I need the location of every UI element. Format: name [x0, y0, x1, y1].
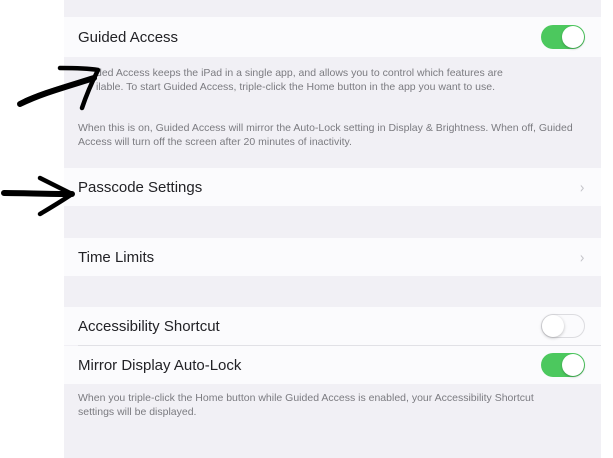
accessibility-shortcut-label: Accessibility Shortcut: [78, 317, 220, 335]
shortcut-note: When you triple-click the Home button wh…: [78, 392, 534, 418]
guided-access-toggle[interactable]: [541, 25, 585, 49]
toggle-knob: [562, 354, 584, 376]
guided-access-row: Guided Access: [64, 17, 601, 57]
guided-access-label: Guided Access: [78, 28, 179, 46]
passcode-settings-label: Passcode Settings: [78, 178, 203, 196]
time-limits-row[interactable]: Time Limits ›: [64, 238, 601, 276]
chevron-right-icon: ›: [579, 247, 585, 267]
guided-access-description: ded Access keeps the iPad in a single ap…: [96, 66, 586, 94]
chevron-right-icon: ›: [579, 177, 585, 197]
time-limits-label: Time Limits: [78, 248, 155, 266]
page: Guided Access ded Access keeps the iPad …: [0, 0, 613, 458]
mirror-display-auto-lock-label: Mirror Display Auto-Lock: [78, 356, 242, 374]
guided-access-description-line2: ilable. To start Guided Access, triple-c…: [96, 81, 496, 93]
toggle-knob: [562, 26, 584, 48]
guided-access-description-line1: ded Access keeps the iPad in a single ap…: [96, 67, 503, 79]
auto-lock-note: When this is on, Guided Access will mirr…: [78, 122, 573, 148]
annotation-arrow-passcode: [1, 175, 75, 217]
passcode-settings-row[interactable]: Passcode Settings ›: [64, 168, 601, 206]
accessibility-shortcut-row: Accessibility Shortcut: [64, 307, 601, 345]
accessibility-shortcut-toggle[interactable]: [541, 314, 585, 338]
mirror-display-auto-lock-toggle[interactable]: [541, 353, 585, 377]
mirror-display-auto-lock-row: Mirror Display Auto-Lock: [64, 346, 601, 384]
toggle-knob: [542, 314, 564, 337]
